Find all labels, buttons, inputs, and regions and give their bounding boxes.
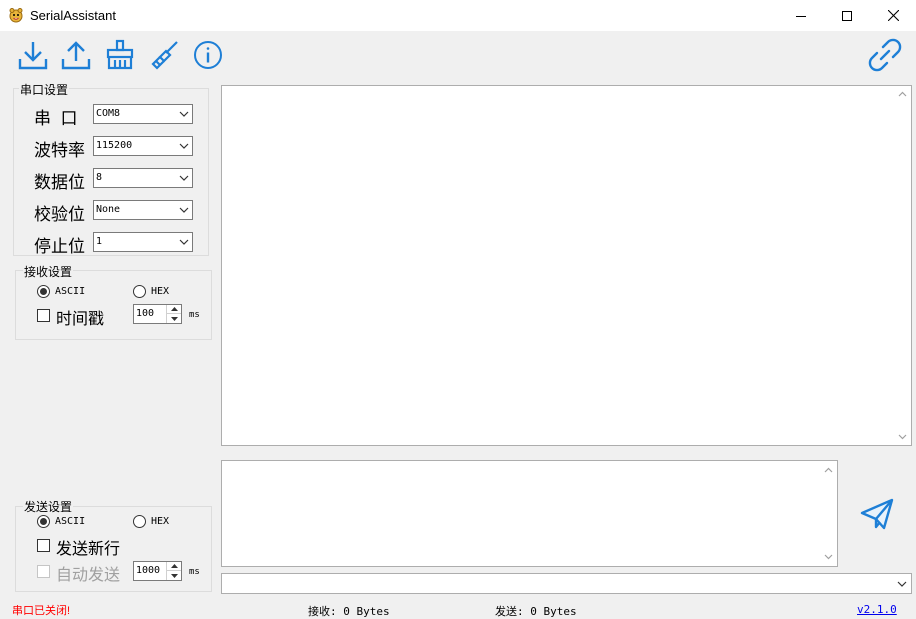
spin-up-button[interactable] xyxy=(167,562,181,571)
send-ascii-label: ASCII xyxy=(55,516,86,527)
port-label: 串 口 xyxy=(34,109,78,128)
chevron-down-icon xyxy=(179,239,189,245)
send-ascii-radio[interactable] xyxy=(37,515,50,528)
send-interval-unit: ms xyxy=(189,567,200,577)
spin-buttons xyxy=(166,305,181,323)
baud-label: 波特率 xyxy=(34,141,85,160)
version-link[interactable]: v2.1.0 xyxy=(857,603,897,616)
send-interval-spinbox[interactable]: 1000 xyxy=(133,561,182,581)
scroll-down-icon xyxy=(898,434,907,440)
timestamp-checkbox[interactable] xyxy=(37,309,50,322)
auto-send-label: 自动发送 xyxy=(56,567,121,584)
receive-settings-group xyxy=(15,270,212,340)
parity-label: 校验位 xyxy=(34,205,85,224)
databits-select[interactable]: 8 xyxy=(93,168,193,188)
close-icon xyxy=(887,10,899,21)
maximize-button[interactable] xyxy=(824,0,870,31)
baud-select[interactable]: 115200 xyxy=(93,136,193,156)
databits-value: 8 xyxy=(96,172,103,183)
load-file-button[interactable] xyxy=(59,37,93,73)
download-icon xyxy=(18,42,48,70)
timestamp-label: 时间戳 xyxy=(56,311,105,328)
clean-button[interactable] xyxy=(148,37,182,73)
received-bytes-text: 接收: 0 Bytes xyxy=(308,605,390,618)
receive-scrollbar[interactable] xyxy=(894,86,911,445)
spin-down-button[interactable] xyxy=(167,571,181,580)
stopbits-select[interactable]: 1 xyxy=(93,232,193,252)
save-data-button[interactable] xyxy=(16,37,50,73)
send-settings-title: 发送设置 xyxy=(23,498,74,515)
minimize-icon xyxy=(796,15,806,17)
window-title: SerialAssistant xyxy=(30,8,116,23)
spin-up-button[interactable] xyxy=(167,305,181,314)
stopbits-label: 停止位 xyxy=(34,237,85,256)
receive-hex-label: HEX xyxy=(151,286,170,297)
chevron-down-icon xyxy=(179,207,189,213)
stopbits-value: 1 xyxy=(96,236,103,247)
about-button[interactable] xyxy=(191,37,225,73)
upload-icon xyxy=(61,41,91,70)
send-hex-radio[interactable] xyxy=(133,515,146,528)
port-select[interactable]: COM8 xyxy=(93,104,193,124)
port-status-text: 串口已关闭! xyxy=(12,605,71,617)
receive-hex-radio[interactable] xyxy=(133,285,146,298)
scroll-down-icon xyxy=(824,554,833,560)
parity-value: None xyxy=(96,204,121,215)
chevron-down-icon xyxy=(179,111,189,117)
receive-ascii-label: ASCII xyxy=(55,286,86,297)
send-newline-checkbox[interactable] xyxy=(37,539,50,552)
send-textarea[interactable] xyxy=(221,460,838,567)
close-button[interactable] xyxy=(870,0,916,31)
parity-select[interactable]: None xyxy=(93,200,193,220)
baud-value: 115200 xyxy=(96,140,133,151)
caret-up-icon xyxy=(170,564,178,568)
chevron-down-icon xyxy=(897,581,907,587)
clear-button[interactable] xyxy=(103,37,137,73)
minimize-button[interactable] xyxy=(778,0,824,31)
serial-settings-title: 串口设置 xyxy=(19,81,70,98)
port-value: COM8 xyxy=(96,108,121,119)
send-newline-label: 发送新行 xyxy=(56,541,121,558)
send-interval-value: 1000 xyxy=(136,565,161,576)
send-hex-label: HEX xyxy=(151,516,170,527)
connect-button[interactable] xyxy=(866,36,904,74)
auto-send-checkbox[interactable] xyxy=(37,565,50,578)
spin-buttons xyxy=(166,562,181,580)
scroll-up-icon xyxy=(824,467,833,473)
brush-icon xyxy=(151,41,178,70)
chevron-down-icon xyxy=(179,143,189,149)
spin-down-button[interactable] xyxy=(167,314,181,323)
info-icon xyxy=(194,41,222,69)
send-scrollbar[interactable] xyxy=(820,461,837,566)
caret-down-icon xyxy=(170,573,178,578)
send-button[interactable] xyxy=(858,496,896,532)
receive-interval-spinbox[interactable]: 100 xyxy=(133,304,182,324)
scroll-up-icon xyxy=(898,91,907,97)
paper-plane-icon xyxy=(860,498,894,530)
databits-label: 数据位 xyxy=(34,173,85,192)
maximize-icon xyxy=(842,10,852,21)
receive-interval-unit: ms xyxy=(189,310,200,320)
clear-icon xyxy=(106,39,134,70)
receive-interval-value: 100 xyxy=(136,308,155,319)
send-history-select[interactable] xyxy=(221,573,912,594)
sent-bytes-text: 发送: 0 Bytes xyxy=(495,605,577,618)
caret-down-icon xyxy=(170,316,178,321)
caret-up-icon xyxy=(170,307,178,311)
receive-textarea[interactable] xyxy=(221,85,912,446)
chevron-down-icon xyxy=(179,175,189,181)
receive-ascii-radio[interactable] xyxy=(37,285,50,298)
receive-settings-title: 接收设置 xyxy=(23,263,74,280)
link-icon xyxy=(868,38,902,72)
app-icon xyxy=(8,7,24,23)
